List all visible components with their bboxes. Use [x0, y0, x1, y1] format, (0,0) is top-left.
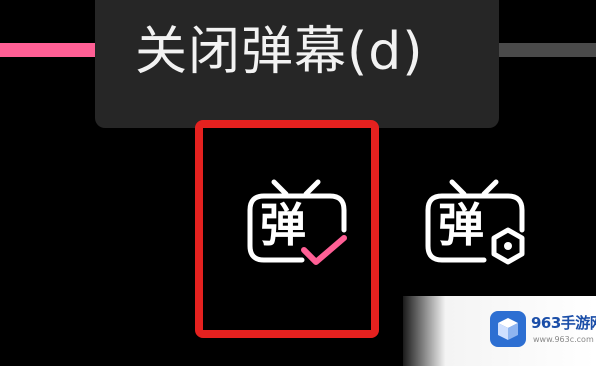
watermark-url: www.963c.com — [533, 335, 594, 344]
danmaku-settings-glyph: 弹 — [438, 198, 484, 252]
watermark-name: 963手游网 — [531, 314, 596, 332]
cube-logo-icon — [490, 311, 526, 347]
tooltip-text: 关闭弹幕(d) — [135, 22, 424, 82]
video-player-controls: 关闭弹幕(d) 弹 弹 963手游 www.963c.com — [0, 0, 596, 366]
danmaku-toggle-glyph: 弹 — [260, 198, 306, 252]
danmaku-toggle-button[interactable]: 弹 — [240, 168, 360, 288]
danmaku-settings-button[interactable]: 弹 — [418, 168, 538, 288]
tooltip: 关闭弹幕(d) — [95, 0, 499, 128]
watermark: 963手游网 www.963c.com — [403, 296, 596, 366]
